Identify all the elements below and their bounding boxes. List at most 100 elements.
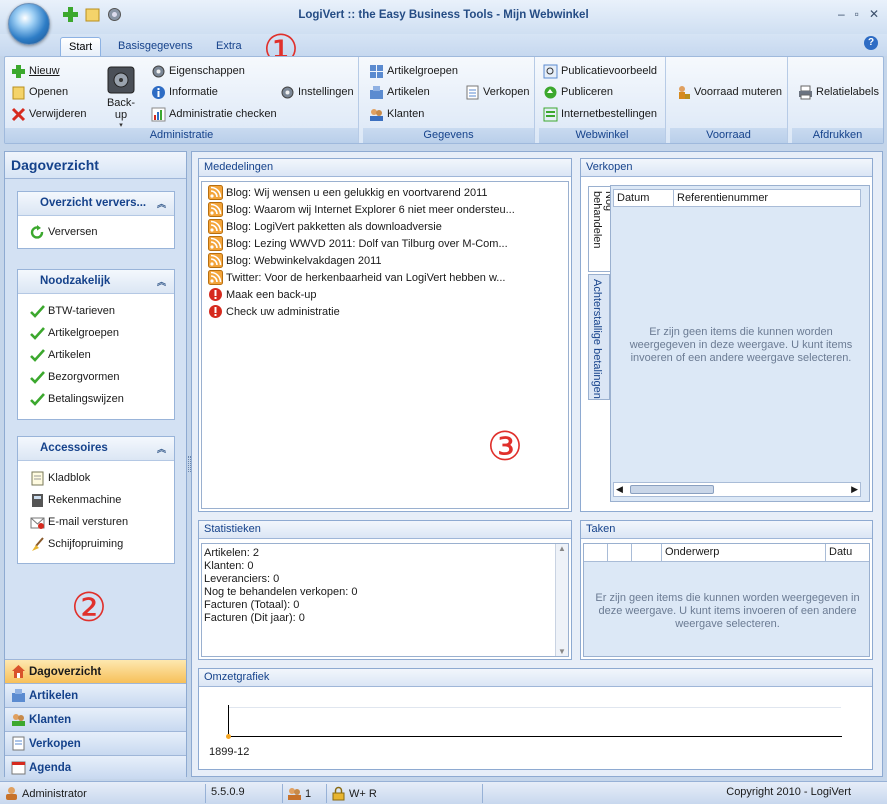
vertical-scrollbar[interactable]: ▲ ▼	[555, 544, 568, 656]
scroll-up-icon[interactable]: ▲	[558, 544, 566, 553]
help-icon[interactable]: ?	[864, 36, 878, 50]
eigenschappen-button[interactable]: Eigenschappen	[151, 62, 245, 80]
card-header[interactable]: Noodzakelijk ︽	[18, 270, 174, 294]
alert-item[interactable]: Check uw administratie	[202, 303, 568, 320]
card-item-schijfopruiming[interactable]: Schijfopruiming	[18, 533, 174, 555]
card-item-btw-tarieven[interactable]: BTW-tarieven	[18, 300, 174, 322]
group-administratie: Nieuw Openen Verwijderen Back-up ▾ Eigen…	[5, 57, 359, 143]
panel-title: Mededelingen	[199, 159, 571, 177]
news-item[interactable]: Blog: LogiVert pakketten als downloadver…	[202, 218, 568, 235]
relatielabels-button[interactable]: Relatielabels	[798, 83, 879, 101]
tab-basisgegevens[interactable]: Basisgegevens	[110, 37, 201, 57]
group-label: Administratie	[5, 128, 358, 143]
informatie-button[interactable]: Informatie	[151, 83, 218, 101]
column-datum[interactable]: Datum	[614, 190, 674, 206]
artikelgroepen-button[interactable]: Artikelgroepen	[369, 62, 458, 80]
rss-feed-icon	[208, 236, 223, 251]
status-user: Administrator	[4, 786, 87, 801]
verkopen-button[interactable]: Verkopen	[465, 83, 529, 101]
status-bar: Administrator 5.5.0.9 1 W+ R Copyright 2…	[0, 781, 887, 804]
group-label: Gegevens	[363, 128, 534, 143]
column-datum[interactable]: Datu	[826, 544, 869, 561]
maximize-button[interactable]: ▫	[855, 7, 859, 21]
verwijderen-button[interactable]: Verwijderen	[11, 105, 86, 123]
ribbon: Nieuw Openen Verwijderen Back-up ▾ Eigen…	[4, 56, 884, 144]
news-item[interactable]: Blog: Webwinkelvakdagen 2011	[202, 252, 568, 269]
nieuw-button[interactable]: Nieuw	[11, 62, 60, 80]
scroll-thumb[interactable]	[630, 485, 714, 494]
column-referentienummer[interactable]: Referentienummer	[674, 190, 860, 206]
scroll-down-icon[interactable]: ▼	[558, 647, 566, 656]
card-item-verversen[interactable]: Verversen	[18, 221, 174, 243]
administratie-checken-button[interactable]: Administratie checken	[151, 105, 277, 123]
group-label: Afdrukken	[792, 128, 883, 143]
card-item-artikelen[interactable]: Artikelen	[18, 344, 174, 366]
news-item[interactable]: Blog: Wij wensen u een gelukkig en voort…	[202, 184, 568, 201]
card-item-email-versturen[interactable]: E-mail versturen	[18, 511, 174, 533]
collapse-icon[interactable]: ︽	[157, 197, 166, 210]
instellingen-button[interactable]: Instellingen	[280, 83, 354, 101]
settings-icon	[151, 64, 166, 79]
ribbon-tab-row: Start Basisgegevens Extra	[0, 34, 887, 57]
news-item[interactable]: Blog: Waarom wij Internet Explorer 6 nie…	[202, 201, 568, 218]
news-item[interactable]: Blog: Lezing WWVD 2011: Dolf van Tilburg…	[202, 235, 568, 252]
statistieken-text[interactable]: Artikelen: 2 Klanten: 0 Leveranciers: 0 Nog…	[201, 543, 569, 657]
horizontal-scrollbar[interactable]: ◀ ▶	[613, 482, 861, 497]
card-item-rekenmachine[interactable]: Rekenmachine	[18, 489, 174, 511]
checkmark-icon	[30, 370, 45, 385]
nav-agenda[interactable]: Agenda	[5, 755, 186, 779]
lock-icon	[331, 786, 346, 801]
voorraad-muteren-button[interactable]: Voorraad muteren	[676, 83, 782, 101]
tab-extra[interactable]: Extra	[208, 37, 250, 57]
column-onderwerp[interactable]: Onderwerp	[662, 544, 826, 561]
openen-button[interactable]: Openen	[11, 83, 68, 101]
column-icon[interactable]	[632, 544, 662, 561]
internetbestellingen-button[interactable]: Internetbestellingen	[543, 105, 657, 123]
artikelen-button[interactable]: Artikelen	[369, 83, 430, 101]
empty-message: Er zijn geen items die kunnen worden wee…	[629, 326, 853, 364]
web-order-icon	[543, 107, 558, 122]
card-item-bezorgvormen[interactable]: Bezorgvormen	[18, 366, 174, 388]
minimize-button[interactable]: –	[838, 7, 845, 21]
card-item-kladblok[interactable]: Kladblok	[18, 467, 174, 489]
column-icon[interactable]	[584, 544, 608, 561]
accessoires-list: Kladblok Rekenmachine E-mail versturen S…	[18, 467, 174, 555]
app-menu-orb-icon[interactable]	[8, 3, 50, 45]
vtab-nog-behandelen[interactable]: Nog behandelen	[588, 186, 615, 272]
klanten-button[interactable]: Klanten	[369, 105, 424, 123]
collapse-icon[interactable]: ︽	[157, 275, 166, 288]
vtab-achterstallige-betalingen[interactable]: Achterstallige betalingen	[588, 274, 610, 400]
scroll-right-icon[interactable]: ▶	[851, 484, 858, 495]
collapse-icon[interactable]: ︽	[157, 442, 166, 455]
backup-button[interactable]: Back-up ▾	[103, 65, 139, 129]
tab-start[interactable]: Start	[60, 37, 102, 57]
info-icon	[151, 85, 166, 100]
status-separator	[282, 784, 283, 803]
column-icon[interactable]	[608, 544, 632, 561]
news-item[interactable]: Twitter: Voor de herkenbaarheid van Logi…	[202, 269, 568, 286]
close-button[interactable]: ✕	[869, 7, 879, 21]
group-afdrukken: Relatielabels Afdrukken	[792, 57, 883, 143]
gear-icon	[280, 85, 295, 100]
nav-dagoverzicht[interactable]: Dagoverzicht	[5, 659, 186, 683]
scroll-left-icon[interactable]: ◀	[616, 484, 623, 495]
nav-klanten[interactable]: Klanten	[5, 707, 186, 731]
grid-icon	[369, 64, 384, 79]
chart-x-tick-label: 1899-12	[209, 746, 250, 758]
alert-item[interactable]: Maak een back-up	[202, 286, 568, 303]
publish-icon	[543, 85, 558, 100]
chart-x-axis	[228, 736, 842, 737]
card-header[interactable]: Overzicht ververs... ︽	[18, 192, 174, 216]
publiceren-button[interactable]: Publiceren	[543, 83, 613, 101]
rss-feed-icon	[208, 202, 223, 217]
empty-message: Er zijn geen items die kunnen worden wee…	[595, 592, 860, 630]
card-item-artikelgroepen[interactable]: Artikelgroepen	[18, 322, 174, 344]
nav-verkopen[interactable]: Verkopen	[5, 731, 186, 755]
card-header[interactable]: Accessoires ︽	[18, 437, 174, 461]
warning-icon	[208, 304, 223, 319]
nav-artikelen[interactable]: Artikelen	[5, 683, 186, 707]
window-title: LogiVert :: the Easy Business Tools - Mi…	[298, 9, 589, 21]
left-navigation-pane: Dagoverzicht Overzicht ververs... ︽ Verve…	[4, 151, 187, 779]
card-item-betalingswijzen[interactable]: Betalingswijzen	[18, 388, 174, 410]
publicatievoorbeeld-button[interactable]: Publicatievoorbeeld	[543, 62, 657, 80]
